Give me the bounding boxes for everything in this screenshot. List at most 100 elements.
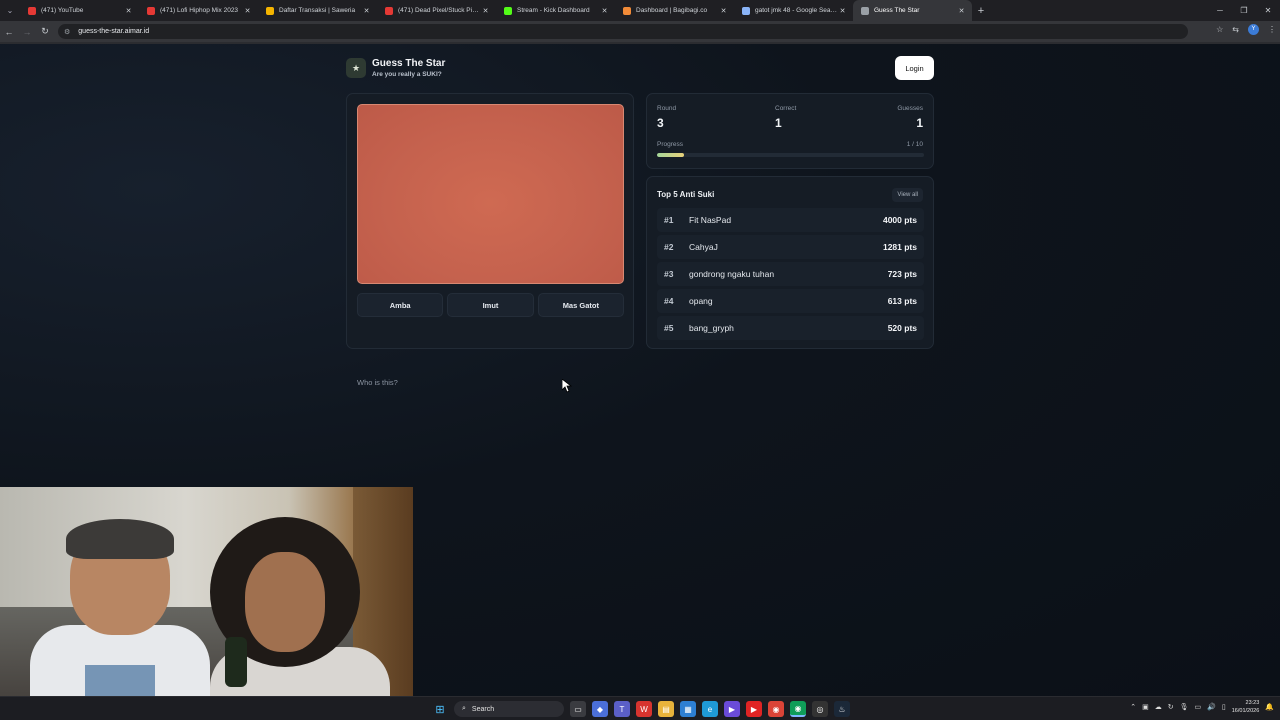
forward-icon[interactable]: → bbox=[18, 27, 36, 37]
new-tab-button[interactable]: + bbox=[972, 5, 990, 17]
leaderboard-rank: #2 bbox=[664, 242, 674, 252]
tab-favicon-icon bbox=[28, 6, 36, 15]
question-prompt: Who is this? bbox=[357, 378, 398, 387]
answer-options: Amba Imut Mas Gatot bbox=[357, 293, 624, 317]
taskbar-search-label: Search bbox=[471, 705, 495, 713]
taskbar-search[interactable]: ⌕ Search bbox=[454, 701, 564, 717]
browser-tab[interactable]: (471) Dead Pixel/Stuck Pixel Sc ✕ bbox=[377, 0, 496, 21]
microphone-icon[interactable]: 🎙 bbox=[1180, 703, 1189, 711]
notification-icon[interactable]: 🔔 bbox=[1265, 703, 1274, 711]
volume-icon[interactable]: 🔊 bbox=[1207, 703, 1216, 711]
store-icon[interactable]: ▦ bbox=[680, 701, 696, 717]
tab-favicon-icon bbox=[623, 6, 631, 15]
teams-icon[interactable]: T bbox=[614, 701, 630, 717]
answer-button[interactable]: Mas Gatot bbox=[537, 293, 624, 317]
bookmark-star-icon[interactable]: ☆ bbox=[1216, 25, 1223, 34]
stats-card: Round 3 Correct 1 Guesses 1 Progress 1 /… bbox=[646, 93, 934, 169]
login-button[interactable]: Login bbox=[895, 56, 934, 80]
browser-menu-icon[interactable]: ⋮ bbox=[1268, 25, 1276, 34]
stat-round: Round 3 bbox=[657, 105, 676, 130]
tab-title: (471) YouTube bbox=[41, 7, 84, 14]
star-icon: ★ bbox=[346, 58, 366, 78]
leaderboard-rank: #5 bbox=[664, 323, 674, 333]
leaderboard-row: #2 CahyaJ 1281 pts bbox=[657, 235, 924, 259]
leaderboard-row: #1 Fit NasPad 4000 pts bbox=[657, 208, 924, 232]
restore-icon[interactable]: ❐ bbox=[1232, 0, 1256, 21]
tray-sync-icon[interactable]: ↻ bbox=[1168, 703, 1174, 711]
obs-icon[interactable]: ◎ bbox=[812, 701, 828, 717]
extensions-icon[interactable]: ⇆ bbox=[1232, 25, 1239, 34]
leaderboard-row: #3 gondrong ngaku tuhan 723 pts bbox=[657, 262, 924, 286]
clock-time: 23:23 bbox=[1245, 700, 1260, 706]
brand[interactable]: ★ Guess The Star Are you really a SUKI? bbox=[346, 58, 445, 78]
browser-tab[interactable]: gatot jmk 48 - Google Search ✕ bbox=[734, 0, 853, 21]
tray-chevron-icon[interactable]: ⌃ bbox=[1130, 703, 1136, 711]
steam-icon[interactable]: ♨ bbox=[834, 701, 850, 717]
media-player-icon[interactable]: ▶ bbox=[724, 701, 740, 717]
stat-correct-value: 1 bbox=[775, 116, 782, 130]
address-bar[interactable]: ⚙ guess-the-star.aimar.id bbox=[58, 24, 1188, 39]
tab-favicon-icon bbox=[147, 6, 155, 15]
answer-button[interactable]: Imut bbox=[447, 293, 534, 317]
tab-title: Dashboard | Bagibagi.co bbox=[636, 7, 708, 14]
url-text: guess-the-star.aimar.id bbox=[78, 28, 150, 35]
leaderboard-rank: #3 bbox=[664, 269, 674, 279]
close-tab-icon[interactable]: ✕ bbox=[481, 7, 490, 15]
stat-round-value: 3 bbox=[657, 116, 664, 130]
browser-tab[interactable]: (471) Lofi Hiphop Mix 2023 ✕ bbox=[139, 0, 258, 21]
browser-tab[interactable]: Stream - Kick Dashboard ✕ bbox=[496, 0, 615, 21]
site-info-icon[interactable]: ⚙ bbox=[64, 28, 70, 36]
leaderboard-row: #5 bang_gryph 520 pts bbox=[657, 316, 924, 340]
close-tab-icon[interactable]: ✕ bbox=[243, 7, 252, 15]
close-tab-icon[interactable]: ✕ bbox=[362, 7, 371, 15]
os-taskbar: ⊞ ⌕ Search ▭ ◆ T W ▤ ▦ e ▶ ▶ ◉ ◉ ◎ ♨ ⌃ ▣… bbox=[0, 696, 1280, 720]
task-view-icon[interactable]: ▭ bbox=[570, 701, 586, 717]
windows-start-icon[interactable]: ⊞ bbox=[432, 701, 448, 717]
leaderboard-player-name: opang bbox=[689, 296, 713, 306]
tab-favicon-icon bbox=[742, 6, 750, 15]
chrome-active-icon[interactable]: ◉ bbox=[790, 701, 806, 717]
network-icon[interactable]: ▭ bbox=[1195, 703, 1202, 711]
tab-title: gatot jmk 48 - Google Search bbox=[755, 7, 838, 14]
close-window-icon[interactable]: ✕ bbox=[1256, 0, 1280, 21]
youtube-icon[interactable]: ▶ bbox=[746, 701, 762, 717]
onedrive-icon[interactable]: ☁ bbox=[1155, 703, 1162, 711]
view-all-button[interactable]: View all bbox=[892, 188, 923, 202]
tab-title: Daftar Transaksi | Saweria bbox=[279, 7, 356, 14]
browser-toolbar: ← → ↻ ⚙ guess-the-star.aimar.id ☆ ⇆ Y ⋮ bbox=[0, 21, 1280, 42]
minimize-icon[interactable]: ─ bbox=[1208, 0, 1232, 21]
browser-tab[interactable]: (471) YouTube ✕ bbox=[20, 0, 139, 21]
microphone bbox=[225, 637, 247, 687]
browser-tab[interactable]: Daftar Transaksi | Saweria ✕ bbox=[258, 0, 377, 21]
close-tab-icon[interactable]: ✕ bbox=[719, 7, 728, 15]
file-explorer-icon[interactable]: ▤ bbox=[658, 701, 674, 717]
edge-icon[interactable]: e bbox=[702, 701, 718, 717]
streamer-right bbox=[200, 517, 390, 720]
tab-search-chevron-icon[interactable]: ⌄ bbox=[0, 0, 20, 21]
leaderboard-rank: #4 bbox=[664, 296, 674, 306]
wps-office-icon[interactable]: W bbox=[636, 701, 652, 717]
stat-guesses: Guesses 1 bbox=[897, 105, 923, 130]
tab-favicon-icon bbox=[861, 6, 869, 15]
copilot-icon[interactable]: ◆ bbox=[592, 701, 608, 717]
close-tab-icon[interactable]: ✕ bbox=[957, 7, 966, 15]
progress-count: 1 / 10 bbox=[906, 141, 923, 148]
leaderboard-row: #4 opang 613 pts bbox=[657, 289, 924, 313]
answer-button[interactable]: Amba bbox=[357, 293, 444, 317]
close-tab-icon[interactable]: ✕ bbox=[124, 7, 133, 15]
browser-tab[interactable]: Dashboard | Bagibagi.co ✕ bbox=[615, 0, 734, 21]
chrome-icon[interactable]: ◉ bbox=[768, 701, 784, 717]
reload-icon[interactable]: ↻ bbox=[36, 26, 54, 37]
tray-app-icon[interactable]: ▣ bbox=[1142, 703, 1149, 711]
back-icon[interactable]: ← bbox=[0, 27, 18, 37]
battery-icon[interactable]: ▯ bbox=[1222, 703, 1226, 711]
tab-favicon-icon bbox=[266, 6, 274, 15]
clock[interactable]: 23:23 16/01/2026 bbox=[1232, 699, 1260, 715]
close-tab-icon[interactable]: ✕ bbox=[600, 7, 609, 15]
leaderboard-player-name: CahyaJ bbox=[689, 242, 718, 252]
leaderboard-points: 520 pts bbox=[887, 323, 917, 333]
stat-correct-label: Correct bbox=[775, 105, 797, 112]
profile-avatar[interactable]: Y bbox=[1248, 24, 1259, 35]
close-tab-icon[interactable]: ✕ bbox=[838, 7, 847, 15]
browser-tab[interactable]: Guess The Star ✕ bbox=[853, 0, 972, 21]
